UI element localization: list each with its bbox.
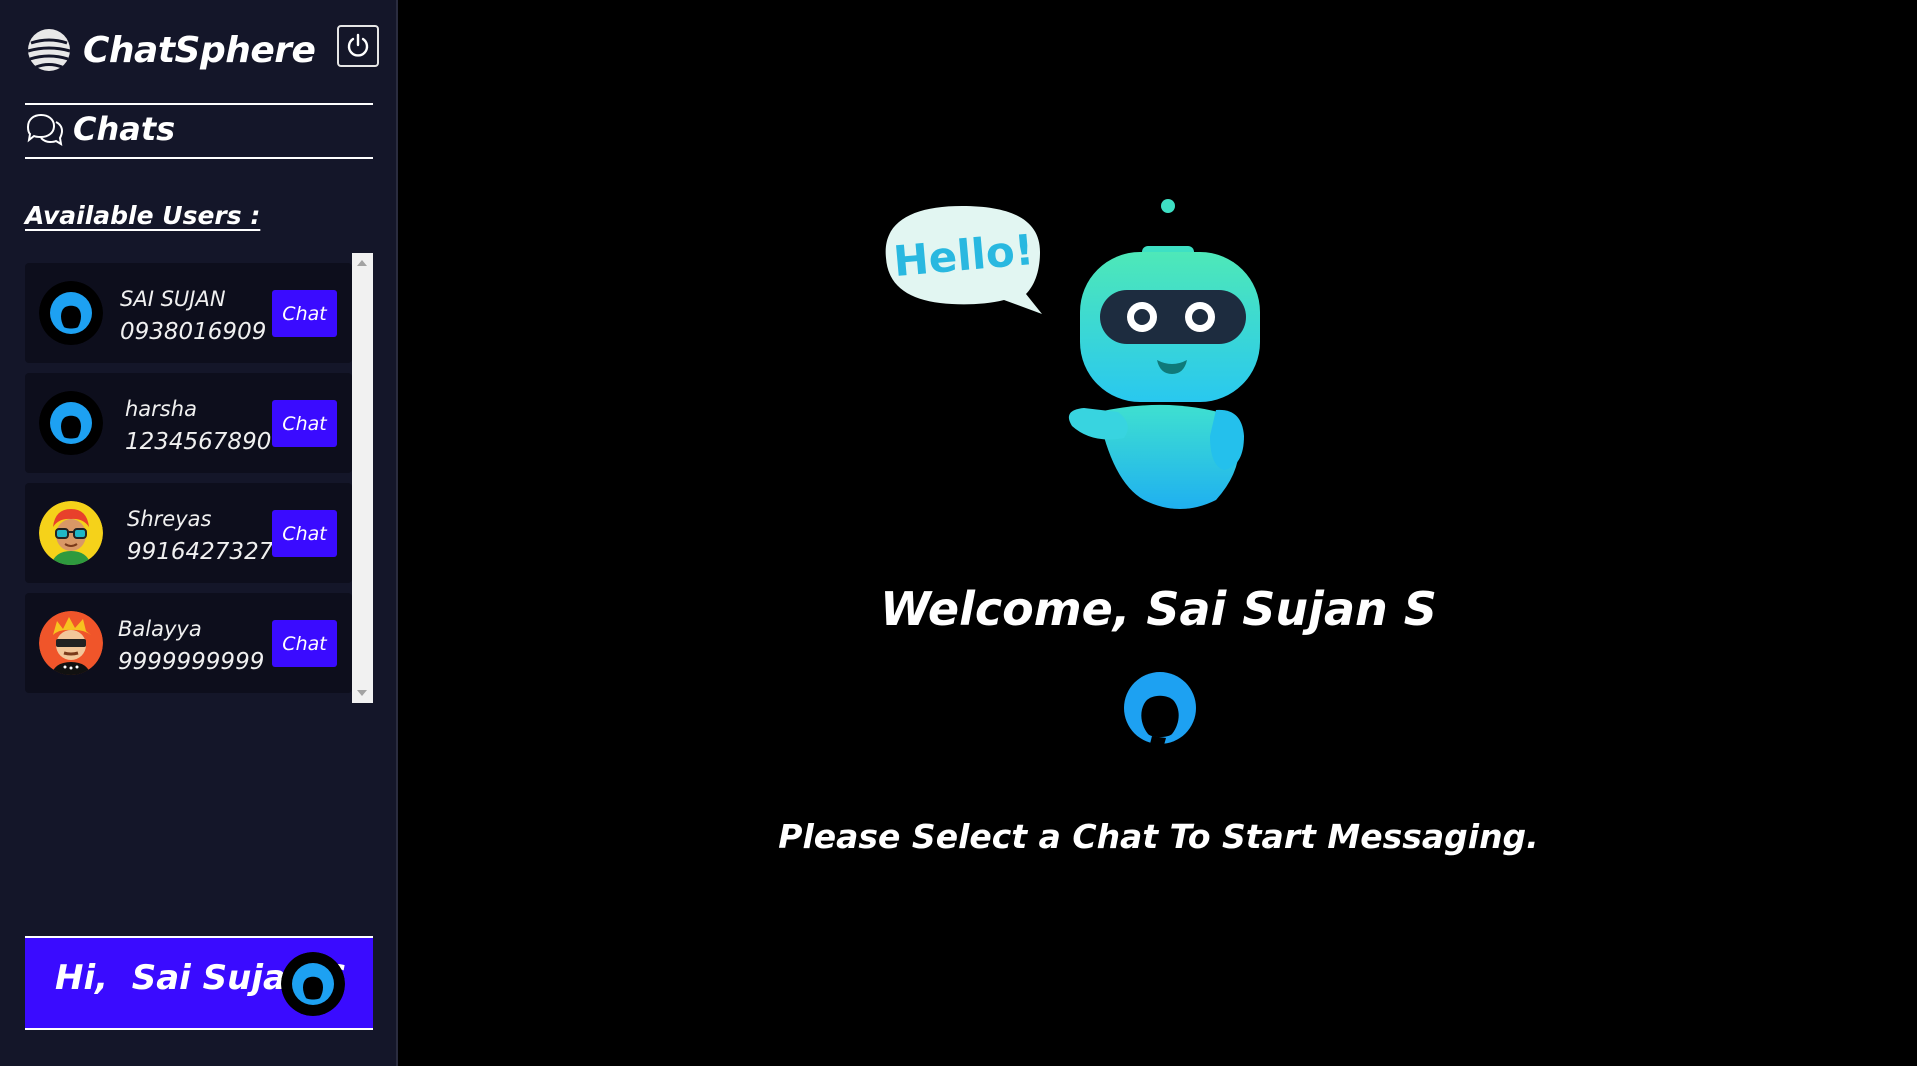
user-avatar <box>39 501 103 565</box>
current-user-bar: Hi, Sai Sujan S <box>25 936 373 1030</box>
user-avatar-icon <box>1124 672 1196 752</box>
select-chat-prompt: Please Select a Chat To Start Messaging. <box>778 817 1539 856</box>
user-name: SAI SUJAN <box>120 287 226 311</box>
chat-bubbles-icon <box>26 113 64 146</box>
user-avatar <box>39 611 103 675</box>
user-list-scrollbar[interactable] <box>352 253 373 703</box>
divider-chats <box>25 157 373 159</box>
scroll-up-arrow-icon[interactable] <box>357 260 367 266</box>
brand: ChatSphere <box>25 26 316 74</box>
chats-header[interactable]: Chats <box>25 110 175 148</box>
chat-button[interactable]: Chat <box>272 620 337 667</box>
user-name: Shreyas <box>127 507 212 531</box>
app-name: ChatSphere <box>83 29 316 71</box>
chat-button[interactable]: Chat <box>272 290 337 337</box>
user-name: harsha <box>125 397 197 421</box>
chat-button[interactable]: Chat <box>272 400 337 447</box>
user-phone: 9916427327 <box>127 539 274 565</box>
user-card: harsha 1234567890 Chat <box>25 373 352 473</box>
user-phone: 1234567890 <box>125 429 272 455</box>
globe-stack-icon <box>27 29 71 71</box>
user-card: Balayya 9999999999 Chat <box>25 593 352 693</box>
logout-button[interactable] <box>337 25 379 67</box>
available-users-heading: Available Users : <box>25 201 261 230</box>
divider-top <box>25 103 373 105</box>
user-card: SAI SUJAN 0938016909 Chat <box>25 263 352 363</box>
current-user-avatar[interactable] <box>281 952 345 1016</box>
user-phone: 9999999999 <box>118 649 265 675</box>
scroll-down-arrow-icon[interactable] <box>357 690 367 696</box>
user-list: SAI SUJAN 0938016909 Chat harsha 1234567… <box>25 253 373 703</box>
user-avatar <box>39 391 103 455</box>
power-icon <box>347 33 369 57</box>
user-name: Balayya <box>118 617 202 641</box>
hello-robot-illustration: Hello! <box>885 199 1260 509</box>
chat-button[interactable]: Chat <box>272 510 337 557</box>
chats-title: Chats <box>73 110 176 148</box>
user-card: Shreyas 9916427327 Chat <box>25 483 352 583</box>
welcome-heading: Welcome, Sai Sujan S <box>880 582 1437 636</box>
sidebar: ChatSphere Chats Available Users : SAI S… <box>0 0 398 1066</box>
main-panel: Hello! Welcome, Sai Sujan S Please Selec… <box>400 0 1917 1066</box>
user-phone: 0938016909 <box>120 319 267 345</box>
user-avatar <box>39 281 103 345</box>
